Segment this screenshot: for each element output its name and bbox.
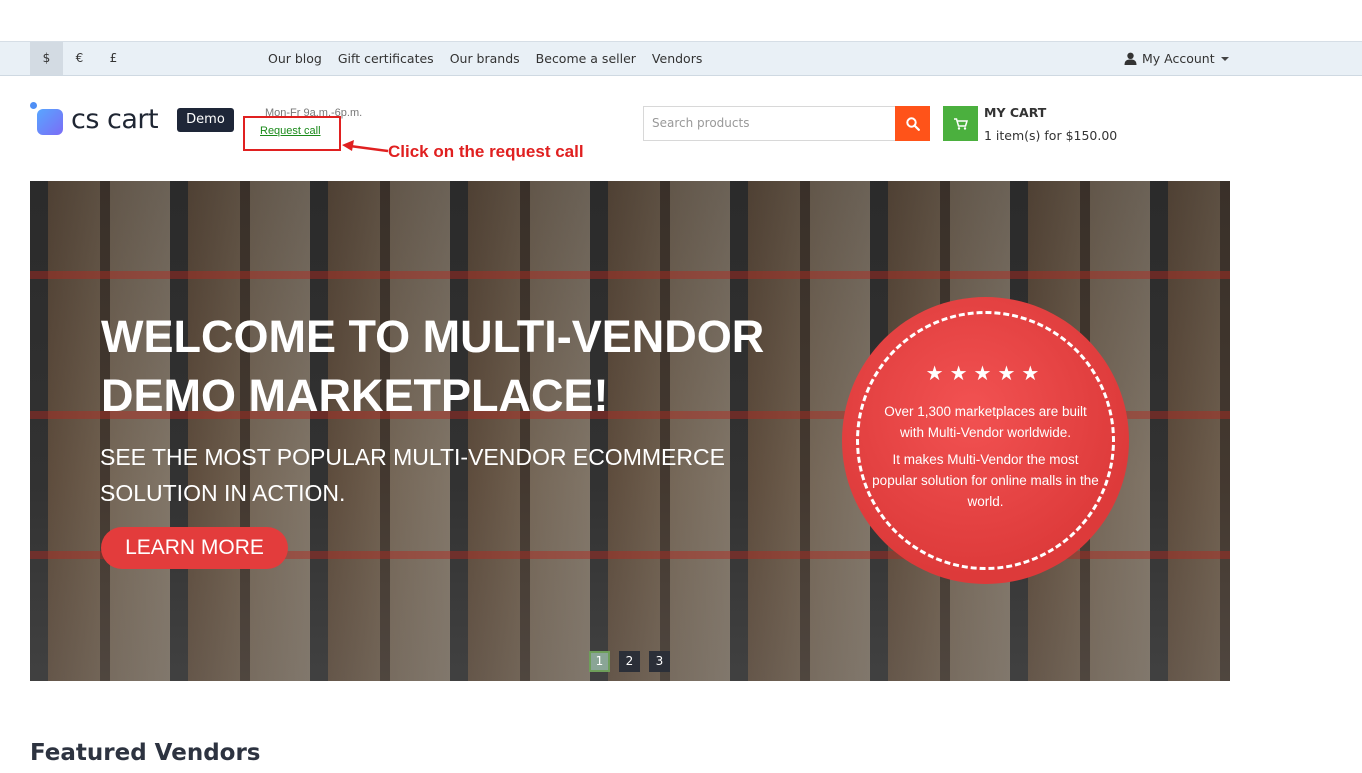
slide-dot-3[interactable]: 3 [649, 651, 670, 672]
demo-badge: Demo [177, 108, 234, 132]
cart-icon [953, 117, 968, 130]
star-rating-icon: ★★★★★ [925, 361, 1046, 385]
logo-mark-icon [37, 109, 63, 135]
hero-headline: WELCOME TO MULTI-VENDOR DEMO MARKETPLACE… [101, 311, 765, 421]
featured-vendors-heading: Featured Vendors [30, 740, 261, 766]
link-our-brands[interactable]: Our brands [450, 51, 520, 66]
my-account-menu[interactable]: My Account [1124, 42, 1229, 75]
search-input[interactable]: Search products [643, 106, 896, 141]
hero-banner[interactable]: WELCOME TO MULTI-VENDOR DEMO MARKETPLACE… [30, 181, 1230, 681]
currency-gbp[interactable]: £ [97, 42, 130, 75]
slide-dot-2[interactable]: 2 [619, 651, 640, 672]
learn-more-button[interactable]: LEARN MORE [101, 527, 288, 569]
request-call-link[interactable]: Request call [260, 125, 321, 137]
badge-text-secondary: It makes Multi-Vendor the most popular s… [872, 452, 1099, 509]
top-bar: $ € £ Our blog Gift certificates Our bra… [0, 41, 1362, 76]
annotation-arrow-icon [342, 140, 389, 153]
logo-dot [30, 102, 37, 109]
cart-button[interactable] [943, 106, 978, 141]
logo-text: cs cart [71, 104, 159, 135]
link-our-blog[interactable]: Our blog [268, 51, 322, 66]
promo-badge: ★★★★★ Over 1,300 marketplaces are built … [842, 297, 1129, 584]
slide-dot-1[interactable]: 1 [589, 651, 610, 672]
link-vendors[interactable]: Vendors [652, 51, 702, 66]
cart-summary[interactable]: 1 item(s) for $150.00 [984, 128, 1117, 143]
currency-eur[interactable]: € [63, 42, 96, 75]
currency-usd[interactable]: $ [30, 42, 63, 75]
user-icon [1124, 52, 1137, 65]
link-gift-certificates[interactable]: Gift certificates [338, 51, 434, 66]
search-icon [905, 116, 920, 131]
link-become-seller[interactable]: Become a seller [536, 51, 636, 66]
hero-subheadline: SEE THE MOST POPULAR MULTI-VENDOR ECOMME… [100, 444, 725, 506]
caret-down-icon [1220, 56, 1229, 61]
top-links: Our blog Gift certificates Our brands Be… [268, 42, 718, 75]
cart-title[interactable]: MY CART [984, 105, 1046, 120]
slider-pagination: 1 2 3 [589, 651, 679, 672]
search-button[interactable] [895, 106, 930, 141]
my-account-label: My Account [1142, 51, 1215, 66]
annotation-text: Click on the request call [388, 142, 584, 161]
banner-shelf-stripe [30, 271, 1230, 279]
badge-text-primary: Over 1,300 marketplaces are built with M… [884, 404, 1087, 440]
